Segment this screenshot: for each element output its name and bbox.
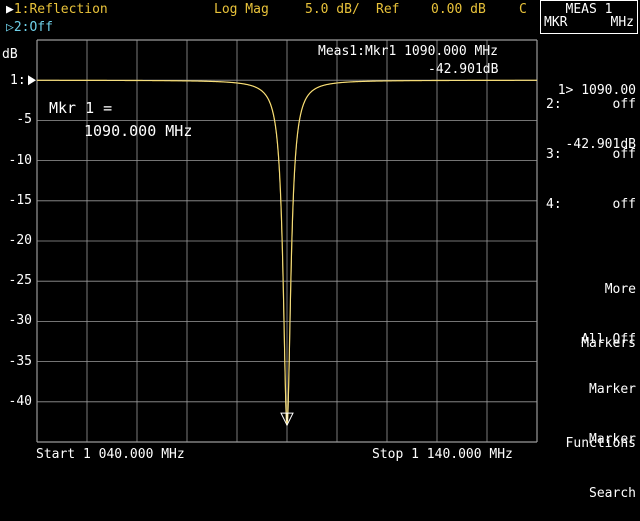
ref-value: 0.00 dB: [431, 2, 486, 17]
marker-search-line2: Search: [589, 486, 636, 501]
marker-2-value: off: [612, 97, 636, 112]
y-tick-label: -35: [8, 353, 32, 369]
marker-4-value: off: [612, 197, 636, 212]
marker-readout-freq: Meas1:Mkr1 1090.000 MHz: [318, 44, 499, 59]
reference-marker-icon: [28, 75, 36, 86]
trace1-text: 1:Reflection: [13, 2, 108, 17]
channel-indicator: C: [519, 2, 527, 17]
y-tick-label: -5: [16, 112, 32, 128]
y-tick-label: -30: [8, 313, 32, 329]
format-label: Log Mag: [214, 2, 269, 17]
softkey-marker-2[interactable]: 2: off: [540, 96, 636, 114]
marker-2-label: 2:: [546, 97, 562, 112]
softkey-marker-3[interactable]: 3: off: [540, 146, 636, 164]
y-tick-label: -20: [8, 233, 32, 248]
softkey-marker-4[interactable]: 4: off: [540, 196, 636, 214]
scale-label: 5.0 dB/: [305, 2, 360, 17]
marker-4-label: 4:: [546, 197, 562, 212]
y-tick-label: -15: [8, 192, 32, 208]
marker-3-label: 3:: [546, 147, 562, 162]
y-tick-label: -25: [8, 273, 32, 289]
start-frequency: Start 1 040.000 MHz: [36, 447, 185, 462]
y-unit-label: dB: [2, 47, 18, 62]
marker-readout-value: -42.901dB: [428, 62, 499, 77]
meas-mkr: MKR: [544, 15, 568, 30]
y-tick-label: -40: [8, 393, 32, 409]
marker-annotation-freq: 1090.000 MHz: [84, 122, 193, 140]
marker-search-line1: Marker: [589, 432, 636, 447]
meas-unit: MHz: [610, 15, 634, 30]
marker-annotation-label: Mkr 1 =: [49, 99, 113, 117]
ref-triangle-shape: [28, 75, 36, 86]
trace2-label[interactable]: ▷2:Off: [6, 21, 53, 35]
y-tick-label: -10: [8, 152, 32, 168]
ref-label: Ref: [376, 2, 400, 17]
ref-tick-label: 1:: [10, 73, 26, 88]
meas-menu-title: MEAS 1 MKR MHz: [540, 0, 638, 34]
trace2-text: 2:Off: [13, 20, 53, 35]
stop-frequency: Stop 1 140.000 MHz: [372, 447, 513, 462]
trace1-label[interactable]: ▶1:Reflection: [6, 3, 108, 17]
softkey-marker-search[interactable]: Marker Search: [540, 395, 636, 521]
marker-3-value: off: [612, 147, 636, 162]
